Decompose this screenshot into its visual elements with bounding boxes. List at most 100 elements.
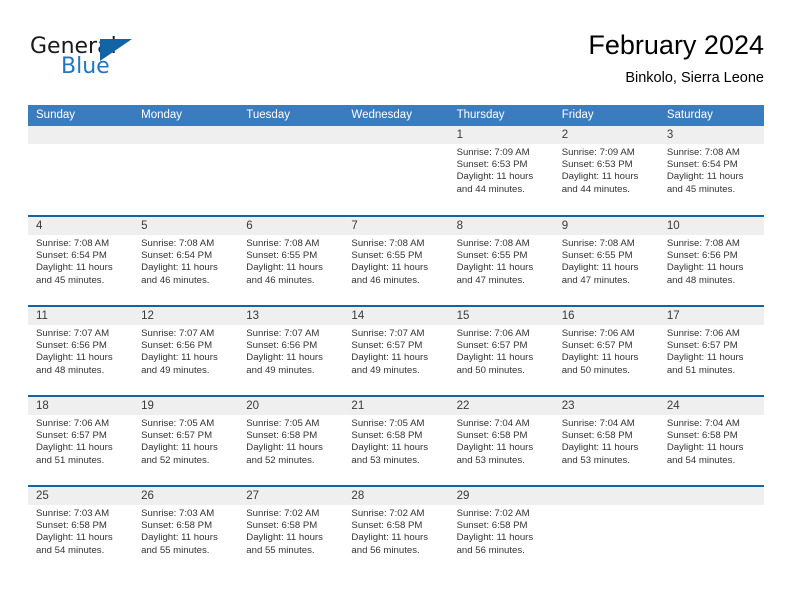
- daylight-text: Daylight: 11 hours and 44 minutes.: [456, 171, 534, 195]
- day-number: [133, 126, 239, 144]
- calendar-day-cell[interactable]: 14 Sunrise: 7:07 AM Sunset: 6:57 PM Dayligh…: [343, 305, 449, 396]
- sunrise-text: Sunrise: 7:06 AM: [36, 418, 110, 429]
- calendar-day-cell[interactable]: 21 Sunrise: 7:05 AM Sunset: 6:58 PM Dayligh…: [343, 395, 449, 486]
- day-number: 2: [553, 126, 659, 144]
- weekday-header-saturday: Saturday: [658, 105, 764, 126]
- calendar-body: 1 Sunrise: 7:09 AM Sunset: 6:53 PM Daylight…: [28, 126, 764, 576]
- calendar-day-cell[interactable]: 4 Sunrise: 7:08 AM Sunset: 6:54 PM Daylight…: [28, 215, 134, 306]
- sunrise-text: Sunrise: 7:08 AM: [561, 238, 635, 249]
- calendar-empty-cell: [238, 126, 344, 216]
- weekday-header-monday: Monday: [133, 105, 239, 126]
- daylight-text: Daylight: 11 hours and 48 minutes.: [36, 352, 113, 376]
- day-number: 15: [448, 307, 554, 325]
- sunset-text: Sunset: 6:57 PM: [561, 340, 633, 352]
- calendar-day-cell[interactable]: 3 Sunrise: 7:08 AM Sunset: 6:54 PM Daylight…: [658, 126, 764, 216]
- day-details: Sunrise: 7:02 AM Sunset: 6:58 PM Daylight:…: [238, 505, 343, 557]
- day-number: 28: [343, 487, 449, 505]
- calendar-empty-cell: [553, 485, 659, 576]
- page-title: February 2024: [588, 30, 764, 60]
- calendar-day-cell[interactable]: 27 Sunrise: 7:02 AM Sunset: 6:58 PM Dayligh…: [238, 485, 344, 576]
- day-number: 12: [133, 307, 239, 325]
- day-details: Sunrise: 7:08 AM Sunset: 6:54 PM Daylight:…: [28, 235, 133, 287]
- daylight-text: Daylight: 11 hours and 46 minutes.: [351, 262, 429, 286]
- day-details: Sunrise: 7:04 AM Sunset: 6:58 PM Daylight:…: [659, 415, 764, 467]
- calendar-empty-cell: [133, 126, 239, 216]
- calendar-day-cell[interactable]: 26 Sunrise: 7:03 AM Sunset: 6:58 PM Dayligh…: [133, 485, 239, 576]
- logo-text-blue: Blue: [61, 54, 110, 79]
- sunrise-text: Sunrise: 7:02 AM: [351, 508, 425, 519]
- day-details: Sunrise: 7:08 AM Sunset: 6:54 PM Daylight:…: [659, 144, 764, 196]
- sunset-text: Sunset: 6:53 PM: [456, 159, 528, 171]
- day-number: 4: [28, 217, 134, 235]
- calendar-day-cell[interactable]: 10 Sunrise: 7:08 AM Sunset: 6:56 PM Dayligh…: [658, 215, 764, 306]
- daylight-text: Daylight: 11 hours and 52 minutes.: [141, 442, 218, 466]
- sunset-text: Sunset: 6:58 PM: [456, 430, 528, 442]
- day-number: 22: [448, 397, 554, 415]
- calendar-day-cell[interactable]: 13 Sunrise: 7:07 AM Sunset: 6:56 PM Dayligh…: [238, 305, 344, 396]
- weekday-header-sunday: Sunday: [28, 105, 134, 126]
- day-details: Sunrise: 7:02 AM Sunset: 6:58 PM Daylight:…: [343, 505, 448, 557]
- calendar-empty-cell: [658, 485, 764, 576]
- calendar-day-cell[interactable]: 20 Sunrise: 7:05 AM Sunset: 6:58 PM Dayligh…: [238, 395, 344, 486]
- sunrise-text: Sunrise: 7:03 AM: [36, 508, 110, 519]
- day-details: Sunrise: 7:09 AM Sunset: 6:53 PM Daylight:…: [449, 144, 554, 196]
- calendar-day-cell[interactable]: 29 Sunrise: 7:02 AM Sunset: 6:58 PM Dayligh…: [448, 485, 554, 576]
- calendar-day-cell[interactable]: 8 Sunrise: 7:08 AM Sunset: 6:55 PM Daylight…: [448, 215, 554, 306]
- calendar-day-cell[interactable]: 23 Sunrise: 7:04 AM Sunset: 6:58 PM Dayligh…: [553, 395, 659, 486]
- weekday-header-wednesday: Wednesday: [343, 105, 449, 126]
- calendar-day-cell[interactable]: 16 Sunrise: 7:06 AM Sunset: 6:57 PM Dayligh…: [553, 305, 659, 396]
- day-details: Sunrise: 7:05 AM Sunset: 6:58 PM Daylight:…: [343, 415, 448, 467]
- sunset-text: Sunset: 6:58 PM: [351, 520, 423, 532]
- calendar-day-cell[interactable]: 5 Sunrise: 7:08 AM Sunset: 6:54 PM Daylight…: [133, 215, 239, 306]
- day-details: Sunrise: 7:06 AM Sunset: 6:57 PM Daylight:…: [554, 325, 659, 377]
- sunrise-text: Sunrise: 7:08 AM: [351, 238, 425, 249]
- day-number: 17: [658, 307, 764, 325]
- daylight-text: Daylight: 11 hours and 45 minutes.: [36, 262, 113, 286]
- sunset-text: Sunset: 6:57 PM: [666, 340, 738, 352]
- calendar-day-cell[interactable]: 11 Sunrise: 7:07 AM Sunset: 6:56 PM Dayligh…: [28, 305, 134, 396]
- calendar-day-cell[interactable]: 18 Sunrise: 7:06 AM Sunset: 6:57 PM Dayligh…: [28, 395, 134, 486]
- calendar-week-row: 18 Sunrise: 7:06 AM Sunset: 6:57 PM Dayligh…: [28, 395, 764, 486]
- day-number: 11: [28, 307, 134, 325]
- day-number: 1: [448, 126, 554, 144]
- day-details: Sunrise: 7:08 AM Sunset: 6:55 PM Daylight:…: [343, 235, 448, 287]
- sunset-text: Sunset: 6:58 PM: [141, 520, 213, 532]
- day-number: 6: [238, 217, 344, 235]
- general-blue-logo[interactable]: General Blue: [28, 34, 258, 90]
- day-number: 27: [238, 487, 344, 505]
- sunset-text: Sunset: 6:54 PM: [666, 159, 738, 171]
- day-details: Sunrise: 7:08 AM Sunset: 6:56 PM Daylight:…: [659, 235, 764, 287]
- calendar-day-cell[interactable]: 19 Sunrise: 7:05 AM Sunset: 6:57 PM Dayligh…: [133, 395, 239, 486]
- daylight-text: Daylight: 11 hours and 56 minutes.: [456, 532, 534, 556]
- day-number: 25: [28, 487, 134, 505]
- calendar-day-cell[interactable]: 6 Sunrise: 7:08 AM Sunset: 6:55 PM Daylight…: [238, 215, 344, 306]
- calendar-day-cell[interactable]: 2 Sunrise: 7:09 AM Sunset: 6:53 PM Daylight…: [553, 126, 659, 216]
- daylight-text: Daylight: 11 hours and 55 minutes.: [246, 532, 323, 556]
- calendar-day-cell[interactable]: 22 Sunrise: 7:04 AM Sunset: 6:58 PM Dayligh…: [448, 395, 554, 486]
- daylight-text: Daylight: 11 hours and 46 minutes.: [141, 262, 218, 286]
- calendar-day-cell[interactable]: 25 Sunrise: 7:03 AM Sunset: 6:58 PM Dayligh…: [28, 485, 134, 576]
- calendar-week-row: 1 Sunrise: 7:09 AM Sunset: 6:53 PM Daylight…: [28, 126, 764, 216]
- calendar-day-cell[interactable]: 17 Sunrise: 7:06 AM Sunset: 6:57 PM Dayligh…: [658, 305, 764, 396]
- sunset-text: Sunset: 6:58 PM: [351, 430, 423, 442]
- day-details: Sunrise: 7:03 AM Sunset: 6:58 PM Daylight:…: [28, 505, 133, 557]
- daylight-text: Daylight: 11 hours and 45 minutes.: [666, 171, 744, 195]
- page-header: General Blue February 2024 Binkolo, Sier…: [28, 28, 764, 98]
- day-details: Sunrise: 7:02 AM Sunset: 6:58 PM Daylight:…: [449, 505, 554, 557]
- daylight-text: Daylight: 11 hours and 49 minutes.: [351, 352, 429, 376]
- sunrise-text: Sunrise: 7:02 AM: [456, 508, 530, 519]
- day-number: 29: [448, 487, 554, 505]
- sunrise-text: Sunrise: 7:04 AM: [456, 418, 530, 429]
- calendar-week-row: 4 Sunrise: 7:08 AM Sunset: 6:54 PM Daylight…: [28, 215, 764, 306]
- day-number: 19: [133, 397, 239, 415]
- calendar-day-cell[interactable]: 24 Sunrise: 7:04 AM Sunset: 6:58 PM Dayligh…: [658, 395, 764, 486]
- calendar-page: General Blue February 2024 Binkolo, Sier…: [0, 0, 792, 612]
- calendar-day-cell[interactable]: 15 Sunrise: 7:06 AM Sunset: 6:57 PM Dayligh…: [448, 305, 554, 396]
- calendar-day-cell[interactable]: 12 Sunrise: 7:07 AM Sunset: 6:56 PM Dayligh…: [133, 305, 239, 396]
- sunrise-text: Sunrise: 7:05 AM: [141, 418, 215, 429]
- calendar-day-cell[interactable]: 1 Sunrise: 7:09 AM Sunset: 6:53 PM Daylight…: [448, 126, 554, 216]
- calendar-day-cell[interactable]: 9 Sunrise: 7:08 AM Sunset: 6:55 PM Daylight…: [553, 215, 659, 306]
- calendar-day-cell[interactable]: 7 Sunrise: 7:08 AM Sunset: 6:55 PM Daylight…: [343, 215, 449, 306]
- sunrise-text: Sunrise: 7:06 AM: [561, 328, 635, 339]
- calendar-day-cell[interactable]: 28 Sunrise: 7:02 AM Sunset: 6:58 PM Dayligh…: [343, 485, 449, 576]
